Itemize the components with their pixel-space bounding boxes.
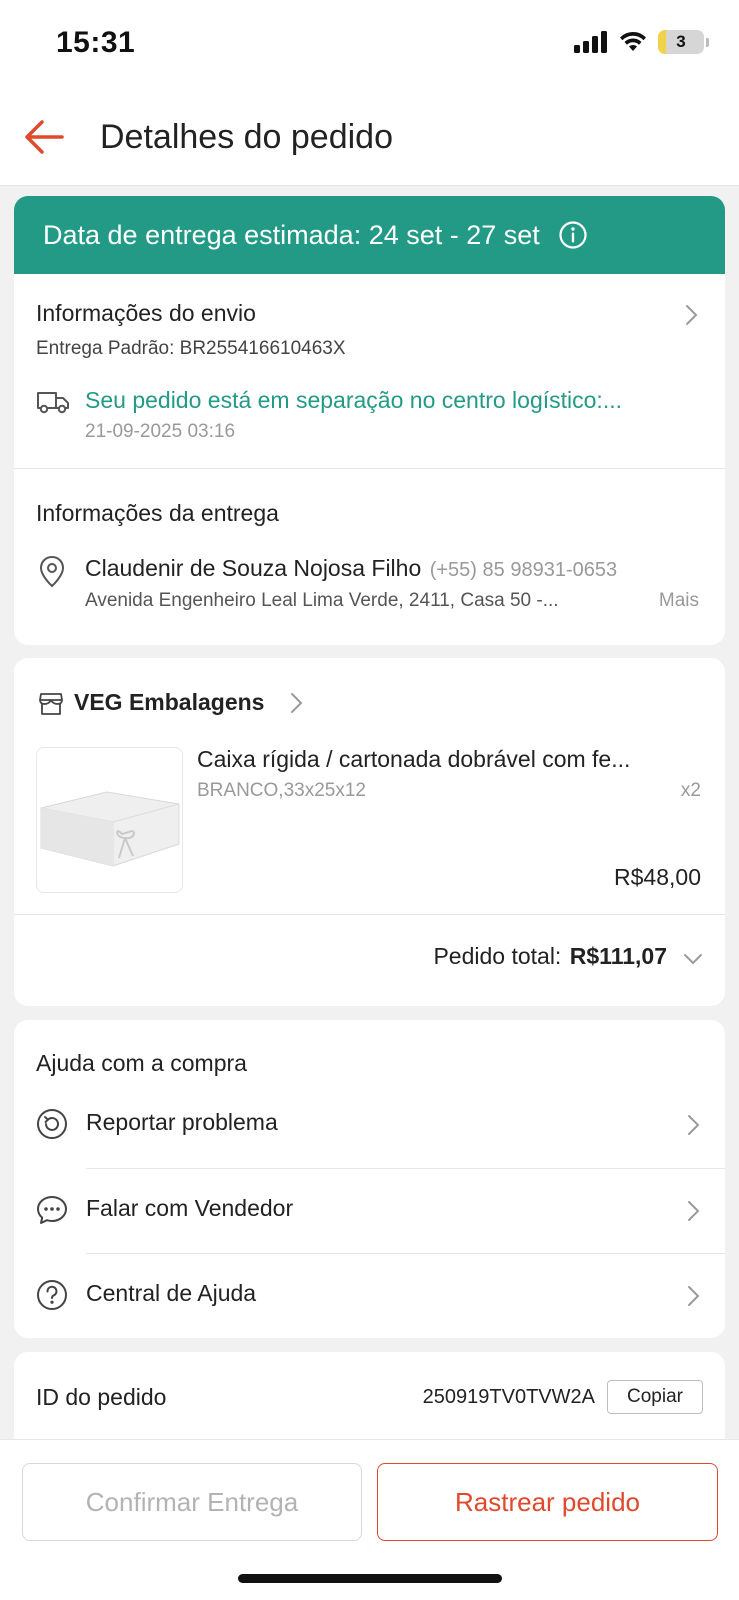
- help-center-label: Central de Ajuda: [86, 1280, 257, 1306]
- chevron-down-icon: [684, 954, 702, 965]
- shipping-status-time: 21-09-2025 03:16: [85, 421, 236, 442]
- order-id-card: ID do pedido 250919TV0TVW2A Copiar: [14, 1352, 725, 1439]
- recipient-line: Claudenir de Souza Nojosa Filho (+55) 85…: [85, 555, 617, 582]
- page-title: Detalhes do pedido: [100, 118, 394, 156]
- status-time: 15:31: [56, 26, 136, 59]
- shop-header[interactable]: VEG Embalagens: [14, 658, 725, 746]
- back-button[interactable]: [22, 114, 68, 160]
- info-icon[interactable]: [558, 220, 588, 250]
- battery-tip: [706, 37, 709, 47]
- delivery-info-card: Data de entrega estimada: 24 set - 27 se…: [14, 196, 725, 645]
- help-icon: [37, 1280, 67, 1310]
- truck-icon: [37, 392, 69, 414]
- report-icon: [37, 1109, 67, 1139]
- shipping-service: Entrega Padrão: BR255416610463X: [36, 338, 346, 359]
- recipient-name: Claudenir de Souza Nojosa Filho: [85, 555, 422, 581]
- confirm-delivery-button[interactable]: Confirmar Entrega: [22, 1463, 362, 1541]
- chevron-right-icon: [291, 693, 303, 713]
- shipping-info-section[interactable]: Informações do envio Entrega Padrão: BR2…: [14, 274, 725, 468]
- battery-indicator: 3: [658, 30, 704, 54]
- product-item[interactable]: Caixa rígida / cartonada dobrável com fe…: [14, 746, 725, 914]
- product-card: VEG Embalagens Caixa rígida / cartonada …: [14, 658, 725, 1006]
- product-thumbnail: [36, 747, 183, 893]
- track-order-button[interactable]: Rastrear pedido: [377, 1463, 718, 1541]
- order-total-label: Pedido total:: [433, 943, 562, 969]
- help-card: Ajuda com a compra Reportar problema Fal…: [14, 1020, 725, 1338]
- app-header: Detalhes do pedido: [0, 90, 739, 186]
- chat-seller-label: Falar com Vendedor: [86, 1195, 294, 1221]
- help-title: Ajuda com a compra: [36, 1050, 247, 1076]
- store-icon: [39, 693, 63, 715]
- estimated-delivery-banner: Data de entrega estimada: 24 set - 27 se…: [14, 196, 725, 274]
- product-variant: BRANCO,33x25x12: [197, 780, 366, 801]
- shipping-status-text: Seu pedido está em separação no centro l…: [85, 387, 622, 413]
- delivery-info-title: Informações da entrega: [36, 500, 279, 526]
- order-id-label: ID do pedido: [36, 1384, 167, 1410]
- order-total-value: R$111,07: [569, 943, 667, 969]
- order-id-value: 250919TV0TVW2A: [422, 1386, 595, 1408]
- order-details-content[interactable]: Data de entrega estimada: 24 set - 27 se…: [0, 186, 739, 1439]
- delivery-address-section[interactable]: Informações da entrega Claudenir de Souz…: [14, 469, 725, 645]
- status-bar: 15:31 3: [0, 0, 739, 90]
- location-pin-icon: [39, 555, 65, 588]
- arrow-left-icon: [25, 120, 64, 154]
- home-indicator[interactable]: [238, 1574, 502, 1583]
- report-problem-label: Reportar problema: [86, 1109, 278, 1135]
- order-total: Pedido total: R$111,07: [433, 943, 667, 970]
- chat-icon: [37, 1196, 67, 1224]
- more-link[interactable]: Mais: [659, 590, 699, 612]
- battery-level: 3: [676, 32, 686, 51]
- chevron-right-icon: [688, 1201, 700, 1221]
- product-price: R$48,00: [614, 864, 701, 890]
- report-problem-row[interactable]: Reportar problema: [14, 1082, 725, 1168]
- help-center-row[interactable]: Central de Ajuda: [14, 1253, 725, 1338]
- delivery-address: Avenida Engenheiro Leal Lima Verde, 2411…: [85, 590, 559, 611]
- product-name: Caixa rígida / cartonada dobrável com fe…: [197, 746, 631, 772]
- gift-box-image: [40, 791, 180, 867]
- chevron-right-icon: [688, 1286, 700, 1306]
- shipping-info-title: Informações do envio: [36, 300, 256, 326]
- wifi-icon: [620, 31, 646, 51]
- chevron-right-icon: [686, 305, 698, 325]
- shop-name: VEG Embalagens: [74, 689, 265, 715]
- product-quantity: x2: [680, 780, 701, 801]
- chat-seller-row[interactable]: Falar com Vendedor: [14, 1168, 725, 1254]
- status-icons: 3: [574, 30, 709, 54]
- recipient-phone: (+55) 85 98931-0653: [429, 559, 618, 581]
- estimated-delivery-text: Data de entrega estimada: 24 set - 27 se…: [43, 219, 540, 250]
- signal-icon: [574, 31, 607, 53]
- copy-button[interactable]: Copiar: [607, 1380, 703, 1414]
- order-total-row[interactable]: Pedido total: R$111,07: [14, 915, 725, 1006]
- chevron-right-icon: [688, 1115, 700, 1135]
